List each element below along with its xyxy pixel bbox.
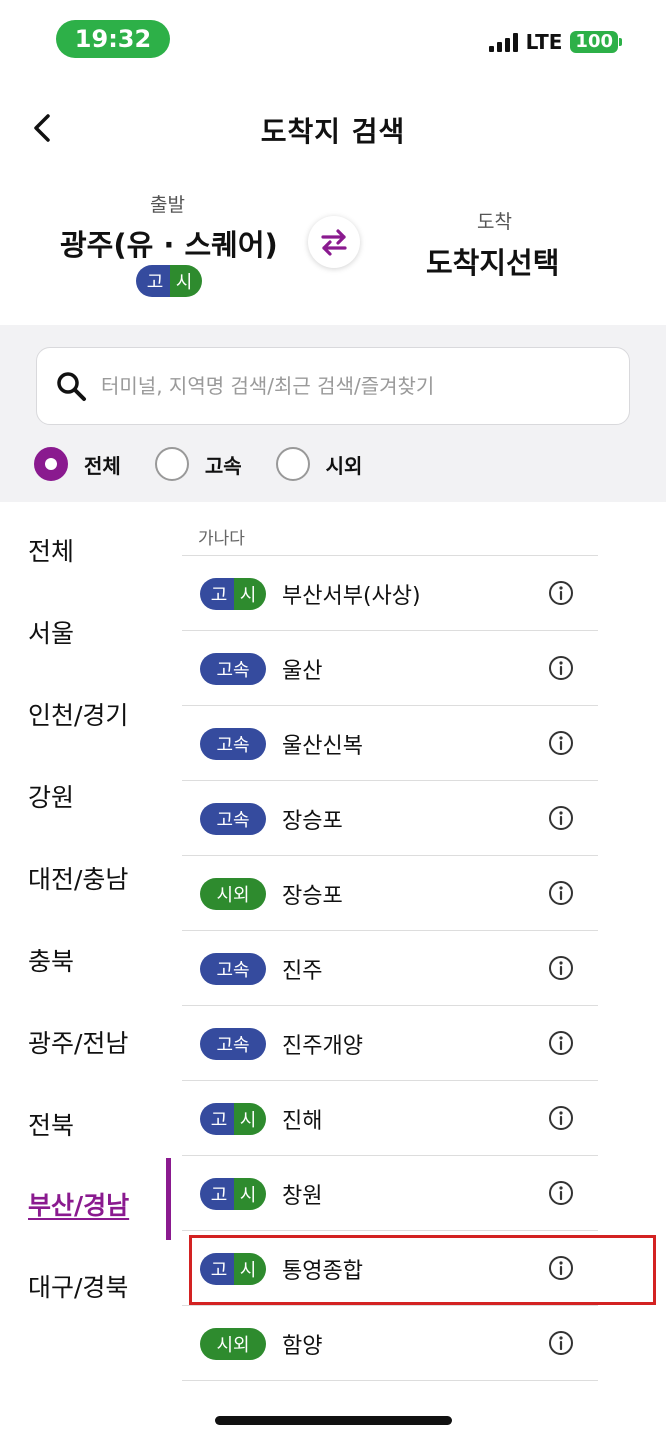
info-icon[interactable] (548, 655, 574, 681)
express-badge: 고속 (200, 803, 266, 835)
terminal-name: 진해 (282, 1109, 323, 1134)
filter-radio-group: 전체 고속 시외 (34, 447, 396, 481)
search-box[interactable] (36, 347, 630, 425)
badge-intercity-part: 시 (234, 1103, 266, 1135)
express-intercity-badge: 고시 (200, 578, 266, 610)
region-item[interactable]: 서울 (28, 614, 74, 650)
terminal-name: 부산서부(사상) (282, 584, 421, 609)
info-icon[interactable] (548, 880, 574, 906)
region-item[interactable]: 광주/전남 (28, 1024, 128, 1060)
departure-label: 출발 (150, 194, 185, 216)
search-input[interactable] (101, 374, 601, 398)
info-icon[interactable] (548, 1180, 574, 1206)
badge-express-part: 고 (200, 1178, 234, 1210)
terminal-name: 창원 (282, 1184, 323, 1209)
intercity-badge: 시외 (200, 1328, 266, 1360)
filter-label: 시외 (325, 453, 363, 478)
terminal-name: 진주개양 (282, 1034, 363, 1059)
filter-option[interactable]: 전체 (34, 447, 121, 481)
terminal-name: 함양 (282, 1334, 323, 1359)
region-item[interactable]: 충북 (28, 942, 74, 978)
swap-arrows-icon (321, 229, 347, 256)
terminal-name: 장승포 (282, 884, 343, 909)
filter-option[interactable]: 고속 (154, 447, 242, 481)
terminal-row[interactable]: 고 시 창원 (182, 1156, 598, 1231)
terminal-row[interactable]: 고속 울산 (182, 631, 598, 706)
region-item[interactable]: 전체 (28, 532, 74, 568)
filter-option[interactable]: 시외 (275, 447, 363, 481)
departure-value[interactable]: 광주(유 · 스퀘어) (60, 222, 278, 264)
terminal-row[interactable]: 고 시 진해 (182, 1081, 598, 1156)
selected-region-indicator (166, 1158, 171, 1240)
express-badge: 고속 (200, 728, 266, 760)
region-item[interactable]: 대전/충남 (28, 860, 128, 896)
info-icon[interactable] (548, 1330, 574, 1356)
battery-icon: 100 (570, 31, 622, 53)
badge-express-part: 고 (200, 1103, 234, 1135)
page-title: 도착지 검색 (260, 115, 406, 148)
info-icon[interactable] (548, 730, 574, 756)
departure-badge: 고 시 (136, 265, 202, 297)
radio-button[interactable] (275, 447, 310, 481)
terminal-name: 울산신복 (282, 734, 363, 759)
highlight-annotation (189, 1235, 656, 1305)
terminal-row[interactable]: 고속 울산신복 (182, 706, 598, 781)
express-intercity-badge: 고시 (200, 1178, 266, 1210)
express-badge: 고속 (200, 653, 266, 685)
info-icon[interactable] (548, 1105, 574, 1131)
info-icon[interactable] (548, 1030, 574, 1056)
region-item[interactable]: 인천/경기 (28, 696, 128, 732)
terminal-name: 장승포 (282, 809, 343, 834)
home-indicator (215, 1416, 452, 1425)
terminal-row[interactable]: 고 시 부산서부(사상) (182, 556, 598, 631)
badge-intercity-part: 시 (170, 265, 202, 297)
terminal-row[interactable]: 고속 진주개양 (182, 1006, 598, 1081)
badge-intercity-part: 시 (234, 1178, 266, 1210)
badge-express-part: 고 (136, 265, 170, 297)
status-indicators: LTE 100 (488, 30, 622, 54)
info-icon[interactable] (548, 955, 574, 981)
battery-level: 100 (570, 31, 618, 53)
terminal-name: 울산 (282, 659, 323, 684)
filter-label: 전체 (84, 453, 121, 478)
region-item[interactable]: 전북 (28, 1106, 74, 1142)
radio-button[interactable] (34, 447, 68, 481)
badge-express-part: 고 (200, 578, 234, 610)
express-badge: 고속 (200, 953, 266, 985)
region-item[interactable]: 강원 (28, 778, 74, 814)
info-icon[interactable] (548, 805, 574, 831)
terminal-name: 진주 (282, 959, 323, 984)
badge-intercity-part: 시 (234, 578, 266, 610)
status-time: 19:32 (56, 20, 170, 58)
search-icon (57, 372, 86, 401)
search-area: 전체 고속 시외 (0, 325, 666, 502)
terminal-row[interactable]: 고속 장승포 (182, 781, 598, 856)
region-item[interactable]: 대구/경북 (28, 1268, 128, 1304)
section-label: 가나다 (198, 529, 245, 549)
terminal-row[interactable]: 시외 장승포 (182, 856, 598, 931)
signal-icon (488, 32, 518, 52)
intercity-badge: 시외 (200, 878, 266, 910)
filter-label: 고속 (204, 453, 242, 478)
swap-button[interactable] (308, 216, 360, 268)
radio-button[interactable] (154, 447, 189, 481)
arrival-value[interactable]: 도착지선택 (426, 240, 559, 282)
network-type: LTE (525, 30, 563, 54)
terminal-row[interactable]: 시외 함양 (182, 1306, 598, 1381)
express-intercity-badge: 고시 (200, 1103, 266, 1135)
region-list: 전체서울인천/경기강원대전/충남충북광주/전남전북부산/경남대구/경북 (0, 502, 172, 1440)
info-icon[interactable] (548, 580, 574, 606)
express-badge: 고속 (200, 1028, 266, 1060)
region-item[interactable]: 부산/경남 (28, 1186, 129, 1222)
arrival-label: 도착 (477, 211, 512, 233)
terminal-row[interactable]: 고속 진주 (182, 931, 598, 1006)
